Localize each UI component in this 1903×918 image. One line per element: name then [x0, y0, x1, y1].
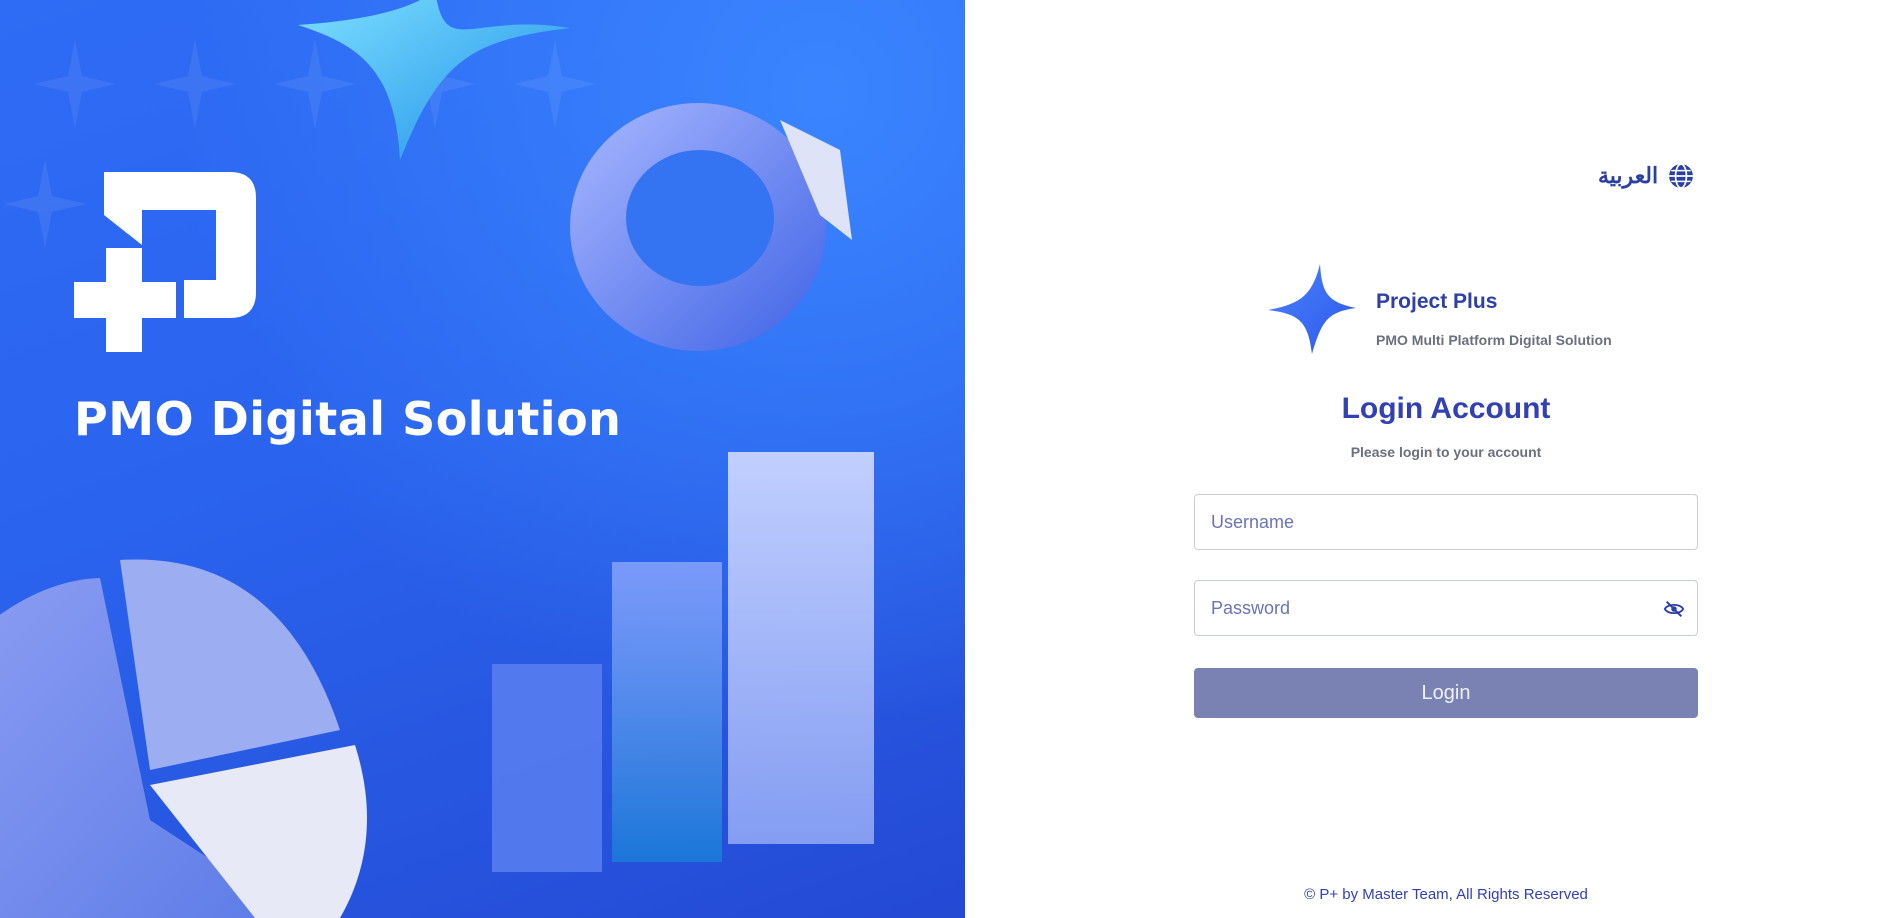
- cycle-ring-decoration: [570, 103, 852, 351]
- pie-chart-decoration: [0, 559, 367, 918]
- footer-copyright: © P+ by Master Team, All Rights Reserved: [1304, 886, 1588, 903]
- globe-icon: [1669, 163, 1694, 189]
- p-plus-logo-icon: [74, 172, 256, 352]
- login-subtitle: Please login to your account: [1350, 444, 1542, 460]
- app-tagline: PMO Multi Platform Digital Solution: [1376, 332, 1612, 348]
- app-name: Project Plus: [1376, 290, 1498, 313]
- username-input[interactable]: [1195, 495, 1697, 549]
- password-input[interactable]: [1195, 581, 1697, 635]
- eye-off-icon[interactable]: [1663, 598, 1685, 620]
- four-point-star-icon: [1268, 264, 1356, 354]
- login-button[interactable]: Login: [1194, 668, 1698, 718]
- login-title: Login Account: [1341, 392, 1551, 425]
- hero-panel: PMO Digital Solution: [0, 0, 965, 918]
- hero-title: PMO Digital Solution: [74, 392, 622, 446]
- language-label: العربية: [1598, 163, 1659, 188]
- bar-chart-decoration: [492, 452, 874, 872]
- app-brand: Project Plus PMO Multi Platform Digital …: [1268, 264, 1628, 356]
- password-field-wrapper: [1194, 580, 1698, 636]
- language-switch[interactable]: العربية: [1598, 163, 1694, 189]
- hero-illustration: [0, 0, 874, 918]
- star-pattern: [4, 40, 596, 248]
- username-field-wrapper: [1194, 494, 1698, 550]
